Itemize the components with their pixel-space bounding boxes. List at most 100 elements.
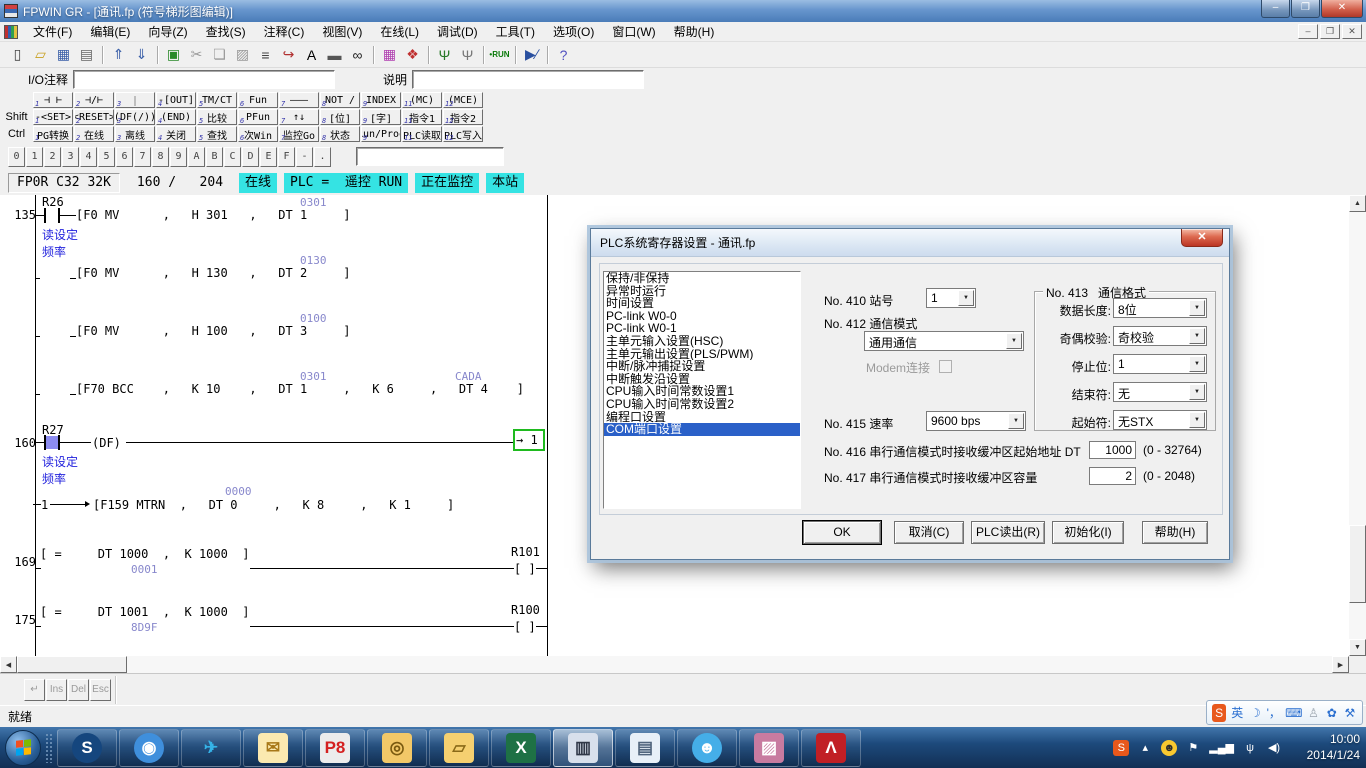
output-coil[interactable]: [ ]	[514, 562, 536, 576]
menu-item[interactable]: 窗口(W)	[603, 21, 664, 42]
download-program-icon[interactable]: ⇓	[130, 44, 153, 66]
hex-key-button[interactable]: 6	[116, 147, 133, 167]
ime-punctuation[interactable]: '，	[1267, 704, 1281, 722]
edit-key-button[interactable]: Del	[68, 679, 89, 701]
fkey-button[interactable]: 7↑↓	[279, 109, 319, 125]
tray-volume[interactable]: ◀)	[1266, 740, 1282, 756]
tray-hidden-icons[interactable]: ▴	[1137, 740, 1153, 756]
scroll-down-button[interactable]: ▼	[1349, 639, 1366, 656]
compare-instruction[interactable]: [ = DT 1000 , K 1000 ]	[40, 547, 250, 561]
register-category-item[interactable]: 时间设置	[604, 297, 800, 310]
ime-sogou-logo[interactable]: S	[1212, 704, 1226, 722]
hex-key-button[interactable]: 5	[98, 147, 115, 167]
toolbar-icon[interactable]	[102, 46, 103, 64]
scroll-right-button[interactable]: ▶	[1332, 656, 1349, 673]
minimize-button[interactable]: –	[1261, 0, 1290, 18]
taskbar-adobe-reader[interactable]: Λ	[801, 729, 861, 767]
fkey-button[interactable]: 7监控Go	[279, 126, 319, 142]
ok-button[interactable]: OK	[803, 521, 881, 544]
toolbar-icon[interactable]	[547, 46, 548, 64]
status-monitor-icon[interactable]: ❖	[401, 44, 424, 66]
restore-button[interactable]: ❐	[1291, 0, 1320, 18]
taskbar-photo-viewer[interactable]: ▨	[739, 729, 799, 767]
taskbar-clock[interactable]: 10:00 2014/1/24	[1288, 731, 1360, 763]
menu-item[interactable]: 帮助(H)	[665, 21, 724, 42]
chevron-down-icon[interactable]: ▼	[1189, 300, 1205, 316]
modem-checkbox[interactable]	[939, 360, 952, 373]
menu-item[interactable]: 在线(L)	[371, 21, 428, 42]
child-minimize-button[interactable]: –	[1298, 24, 1318, 39]
new-file-icon[interactable]: ▯	[6, 44, 29, 66]
chevron-down-icon[interactable]: ▼	[1189, 384, 1205, 400]
taskbar-file-explorer[interactable]: ▱	[429, 729, 489, 767]
menu-item[interactable]: 向导(Z)	[139, 21, 196, 42]
taskbar-p8-tool[interactable]: P8	[305, 729, 365, 767]
ime-halfwidth-moon[interactable]: ☽	[1248, 704, 1262, 722]
chevron-down-icon[interactable]: ▼	[1189, 356, 1205, 372]
vertical-scrollbar[interactable]: ▲ ▼	[1349, 195, 1366, 656]
instruction-f0mv-3[interactable]: [F0 MV , H 100 , DT 3 ]	[76, 324, 351, 338]
fkey-button[interactable]: 11PLC读取	[402, 126, 442, 142]
toolbar-icon[interactable]	[373, 46, 374, 64]
hex-key-button[interactable]: E	[260, 147, 277, 167]
fkey-button[interactable]: 6PFun	[238, 109, 278, 125]
toolbar-icon[interactable]	[515, 46, 516, 64]
register-category-item[interactable]: COM端口设置	[604, 423, 800, 436]
register-category-item[interactable]: CPU输入时间常数设置1	[604, 385, 800, 398]
save-icon[interactable]: ▦	[52, 44, 75, 66]
ime-person[interactable]: ♙	[1307, 704, 1321, 722]
fkey-button[interactable]: 3(DF(/))	[115, 109, 155, 125]
instruction-list-icon[interactable]: ≡	[254, 44, 277, 66]
menu-item[interactable]: 文件(F)	[24, 21, 81, 42]
description-input[interactable]	[412, 70, 644, 89]
comm-mode-select[interactable]: 通用通信▼	[864, 331, 1024, 351]
hex-key-button[interactable]: 8	[152, 147, 169, 167]
upload-program-icon[interactable]: ⇑	[107, 44, 130, 66]
taskbar-browser[interactable]: ◉	[119, 729, 179, 767]
instruction-f70bcc[interactable]: [F70 BCC , K 10 , DT 1 , K 6 , DT 4 ]	[76, 382, 524, 396]
register-category-item[interactable]: 异常时运行	[604, 285, 800, 298]
cut-icon[interactable]: ✂	[185, 44, 208, 66]
toolbar-icon[interactable]	[157, 46, 158, 64]
offline-icon[interactable]: Ψ	[456, 44, 479, 66]
fkey-button[interactable]: 2⊣/⊢	[74, 92, 114, 108]
register-category-item[interactable]: CPU输入时间常数设置2	[604, 398, 800, 411]
edit-key-button[interactable]: ↵	[24, 679, 45, 701]
taskbar-fpwin-gr[interactable]: ▥	[553, 729, 613, 767]
compare-instruction[interactable]: [ = DT 1001 , K 1000 ]	[40, 605, 250, 619]
taskbar-excel[interactable]: X	[491, 729, 551, 767]
child-close-button[interactable]: ✕	[1342, 24, 1362, 39]
help-button[interactable]: 帮助(H)	[1142, 521, 1208, 544]
hex-key-button[interactable]: 1	[26, 147, 43, 167]
menu-item[interactable]: 查找(S)	[197, 21, 255, 42]
ime-toolbox[interactable]: ⚒	[1343, 704, 1357, 722]
fkey-button[interactable]: 1⊣ ⊢	[33, 92, 73, 108]
chevron-down-icon[interactable]: ▼	[1189, 412, 1205, 428]
fkey-button[interactable]: 12PLC写入	[443, 126, 483, 142]
horizontal-scrollbar[interactable]: ◀ ▶	[0, 656, 1349, 673]
hex-key-button[interactable]: 7	[134, 147, 151, 167]
ime-skin[interactable]: ✿	[1325, 704, 1339, 722]
fkey-button[interactable]: 6Fun	[238, 92, 278, 108]
help-icon[interactable]: ?	[552, 44, 575, 66]
vscroll-thumb[interactable]	[1349, 525, 1366, 603]
fkey-button[interactable]: 5比较	[197, 109, 237, 125]
tray-action-center[interactable]: ⚑	[1185, 740, 1201, 756]
initialize-button[interactable]: 初始化(I)	[1052, 521, 1124, 544]
ime-soft-keyboard[interactable]: ⌨	[1285, 704, 1302, 722]
fkey-button[interactable]: 1-<SET>	[33, 109, 73, 125]
fkey-button[interactable]: 3｜	[115, 92, 155, 108]
hex-key-button[interactable]: D	[242, 147, 259, 167]
fkey-button[interactable]: 8状态	[320, 126, 360, 142]
taskbar-notepad[interactable]: ▤	[615, 729, 675, 767]
register-category-item[interactable]: 编程口设置	[604, 411, 800, 424]
menu-item[interactable]: 视图(V)	[313, 21, 371, 42]
hex-key-button[interactable]: 4	[80, 147, 97, 167]
fkey-button[interactable]: 6次Win	[238, 126, 278, 142]
hex-key-button[interactable]: .	[314, 147, 331, 167]
tray-qq[interactable]: ☻	[1161, 740, 1177, 756]
taskbar-search-folder[interactable]: ◎	[367, 729, 427, 767]
fkey-button[interactable]: 9INDEX	[361, 92, 401, 108]
fkey-button[interactable]: 1PG转换	[33, 126, 73, 142]
fkey-button[interactable]: 5查找	[197, 126, 237, 142]
